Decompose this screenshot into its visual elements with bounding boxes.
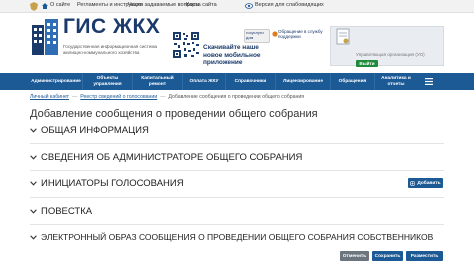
page-title: Добавление сообщения о проведении общего…: [30, 108, 318, 120]
sitemap-link[interactable]: Карта сайта: [186, 2, 217, 8]
building-logo-icon[interactable]: [30, 17, 60, 55]
chevron-down-icon: [30, 208, 37, 214]
plus-circle-icon: [410, 180, 416, 186]
about-link[interactable]: О сайте: [50, 2, 70, 8]
section-voting-initiators[interactable]: ИНИЦИАТОРЫ ГОЛОСОВАНИЯ: [30, 177, 184, 189]
breadcrumb-home[interactable]: Личный кабинет: [30, 94, 69, 100]
publish-button[interactable]: Разместить: [406, 251, 443, 261]
top-utility-bar: О сайте Регламенты и инструкции Часто за…: [0, 0, 474, 13]
nav-item-licensing[interactable]: Лицензирование: [276, 73, 331, 90]
main-nav: Администрирование Объекты управления Кап…: [0, 73, 474, 90]
divider: [30, 197, 444, 198]
nav-item-directories[interactable]: Справочники: [226, 73, 276, 90]
logo-title[interactable]: ГИС ЖКХ: [63, 15, 160, 39]
section-title: ИНИЦИАТОРЫ ГОЛОСОВАНИЯ: [41, 177, 184, 189]
app-promo-text[interactable]: Скачивайте наше новое мобильное приложен…: [203, 44, 278, 67]
nav-item-managed-objects[interactable]: Объекты управления: [83, 73, 133, 90]
breadcrumb-registry[interactable]: Реестр сведений о голосовании: [80, 94, 157, 100]
logout-button[interactable]: Выйти: [356, 60, 378, 67]
mobile-app-badge-label: госуслуги дом: [246, 30, 264, 40]
section-meeting-administrator[interactable]: СВЕДЕНИЯ ОБ АДМИНИСТРАТОРЕ ОБЩЕГО СОБРАН…: [30, 151, 302, 163]
chevron-down-icon: [30, 234, 37, 240]
breadcrumb-separator: —: [160, 94, 166, 100]
section-title: ПОВЕСТКА: [41, 205, 93, 217]
divider: [30, 170, 444, 171]
divider: [30, 224, 444, 225]
chevron-down-icon: [30, 154, 37, 160]
home-icon[interactable]: [42, 3, 48, 9]
divider: [30, 143, 444, 144]
accessibility-link[interactable]: Версия для слабовидящих: [255, 2, 324, 8]
section-title: ЭЛЕКТРОННЫЙ ОБРАЗ СООБЩЕНИЯ О ПРОВЕДЕНИИ…: [41, 232, 434, 242]
nav-item-requests[interactable]: Обращения: [331, 73, 375, 90]
qr-code-icon: [172, 31, 200, 59]
cancel-button[interactable]: Отменить: [340, 251, 369, 261]
nav-item-capital-repair[interactable]: Капитальный ремонт: [133, 73, 183, 90]
document-seal-icon: [336, 28, 350, 45]
section-title: СВЕДЕНИЯ ОБ АДМИНИСТРАТОРЕ ОБЩЕГО СОБРАН…: [41, 151, 303, 163]
nav-item-analytics[interactable]: Аналитика и отчеты: [375, 73, 417, 90]
section-agenda[interactable]: ПОВЕСТКА: [30, 205, 92, 217]
section-general-info[interactable]: ОБЩАЯ ИНФОРМАЦИЯ: [30, 124, 149, 136]
chevron-down-icon: [30, 127, 37, 133]
nav-item-payment[interactable]: Оплата ЖКУ: [183, 73, 226, 90]
menu-icon[interactable]: [425, 78, 433, 85]
section-electronic-notice[interactable]: ЭЛЕКТРОННЫЙ ОБРАЗ СООБЩЕНИЯ О ПРОВЕДЕНИИ…: [30, 231, 433, 243]
emblem-icon: [30, 2, 38, 11]
breadcrumb-separator: —: [72, 94, 78, 100]
eye-icon: [245, 3, 253, 9]
nav-item-administration[interactable]: Администрирование: [30, 73, 83, 90]
logo-subtitle: Государственная информационная система ж…: [63, 44, 158, 55]
add-initiator-button[interactable]: Добавить: [408, 178, 443, 188]
breadcrumb: Личный кабинет — Реестр сведений о голосов…: [30, 94, 304, 100]
section-title: ОБЩАЯ ИНФОРМАЦИЯ: [41, 124, 149, 136]
support-link[interactable]: Обращение в службу поддержки: [278, 29, 328, 39]
add-button-label: Добавить: [417, 180, 441, 186]
breadcrumb-current: Добавление сообщения о проведении общего…: [168, 94, 305, 100]
organization-role-label: Управляющая организация (УО): [356, 52, 425, 57]
chevron-down-icon: [30, 180, 37, 186]
save-button[interactable]: Сохранить: [372, 251, 403, 261]
